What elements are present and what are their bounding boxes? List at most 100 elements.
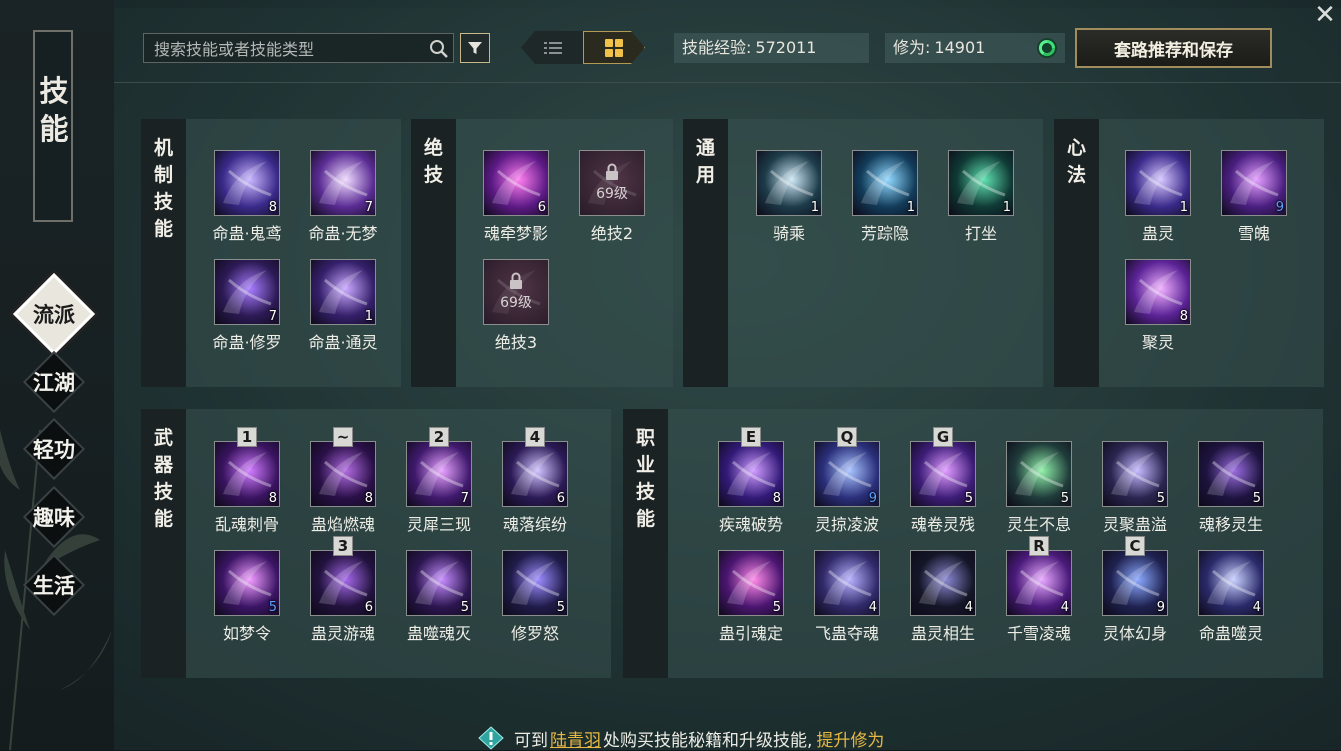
nav-tab-school[interactable]: 流派: [12, 272, 96, 356]
grid-view-button[interactable]: [583, 31, 645, 64]
skill-slot[interactable]: 1 骑乘: [741, 146, 837, 250]
skill-name: 魂移灵生: [1198, 515, 1263, 534]
nav-tab-fun[interactable]: 趣味: [22, 485, 86, 549]
skill-name: 乱魂刺骨: [214, 515, 279, 534]
skill-exp-label: 技能经验:: [682, 38, 752, 57]
list-view-button[interactable]: [521, 31, 585, 64]
skill-icon[interactable]: 5: [1006, 441, 1072, 507]
footer-middle: 处购买技能秘籍和升级技能,: [603, 730, 813, 751]
skill-icon[interactable]: 5: [910, 441, 976, 507]
skill-slot[interactable]: 1 打坐: [933, 146, 1029, 250]
search-input[interactable]: [152, 34, 426, 64]
nav-tab-life[interactable]: 生活: [22, 553, 86, 617]
skill-icon[interactable]: 1: [852, 150, 918, 216]
lock-icon: [606, 163, 618, 180]
skill-slot[interactable]: 5 蛊引魂定: [703, 546, 799, 650]
skill-icon[interactable]: 5: [1102, 441, 1168, 507]
panel-title: 绝技: [423, 137, 443, 186]
skill-name: 蛊灵: [1141, 224, 1174, 243]
upgrade-link[interactable]: 提升修为: [816, 726, 884, 751]
skill-icon[interactable]: 4: [1198, 550, 1264, 616]
skill-icon[interactable]: 5: [502, 550, 568, 616]
skill-slot[interactable]: 8 ~ 蛊焰燃魂: [295, 427, 391, 541]
skill-slot[interactable]: 69级 绝技3: [468, 255, 564, 359]
skill-icon[interactable]: 8: [718, 441, 784, 507]
skill-slot[interactable]: 1 命蛊·通灵: [295, 255, 391, 359]
skill-slot[interactable]: 7 2 灵犀三现: [391, 427, 487, 541]
skill-icon[interactable]: 5: [718, 550, 784, 616]
close-icon[interactable]: ✕: [1312, 2, 1338, 28]
npc-link[interactable]: 陆青羽: [550, 726, 601, 751]
skill-slot[interactable]: 5 蛊噬魂灭: [391, 546, 487, 650]
refresh-icon[interactable]: [1035, 36, 1059, 60]
skill-icon[interactable]: 8: [214, 441, 280, 507]
skill-icon[interactable]: 8: [310, 441, 376, 507]
skill-icon[interactable]: 5: [214, 550, 280, 616]
recommend-save-button[interactable]: 套路推荐和保存: [1075, 28, 1272, 68]
skill-slot[interactable]: 4 蛊灵相生: [895, 546, 991, 650]
skill-slot[interactable]: 5 灵生不息: [991, 437, 1087, 541]
skill-slot[interactable]: 6 3 蛊灵游魂: [295, 536, 391, 650]
skill-slot[interactable]: 8 聚灵: [1110, 255, 1206, 359]
skill-icon[interactable]: 8: [1125, 259, 1191, 325]
skill-slot[interactable]: 5 修罗怒: [487, 546, 583, 650]
filter-button[interactable]: [460, 33, 490, 63]
skill-icon[interactable]: 6: [502, 441, 568, 507]
skill-level: 5: [964, 491, 973, 506]
nav-tab-qinggong[interactable]: 轻功: [22, 417, 86, 481]
skill-icon[interactable]: 6: [310, 550, 376, 616]
skill-slot[interactable]: 9 Q 灵掠凌波: [799, 427, 895, 541]
skill-slot[interactable]: 5 G 魂卷灵残: [895, 427, 991, 541]
skill-slot[interactable]: 4 R 千雪凌魂: [991, 536, 1087, 650]
skill-icon[interactable]: 6: [483, 150, 549, 216]
skill-icon[interactable]: 9: [1102, 550, 1168, 616]
skill-icon[interactable]: 69级: [483, 259, 549, 325]
divider: [114, 82, 1341, 83]
skill-icon[interactable]: 4: [814, 550, 880, 616]
nav-tab-jianghu[interactable]: 江湖: [22, 350, 86, 414]
search-box[interactable]: [143, 33, 454, 64]
skill-level: 9: [868, 491, 877, 506]
skill-level: 7: [268, 309, 277, 324]
skill-icon[interactable]: 1: [756, 150, 822, 216]
skill-slot[interactable]: 9 雪魄: [1206, 146, 1302, 250]
skill-icon[interactable]: 5: [1198, 441, 1264, 507]
skill-slot[interactable]: 5 魂移灵生: [1183, 437, 1279, 541]
skill-icon[interactable]: 9: [814, 441, 880, 507]
skill-slot[interactable]: 4 命蛊噬灵: [1183, 546, 1279, 650]
skill-level: 5: [268, 600, 277, 615]
skill-slot[interactable]: 6 4 魂落缤纷: [487, 427, 583, 541]
panel-title-bar: 武器技能: [141, 409, 186, 678]
nav-label: 江湖: [33, 370, 75, 395]
skill-slot[interactable]: 4 飞蛊夺魂: [799, 546, 895, 650]
skill-icon[interactable]: 7: [214, 259, 280, 325]
skill-slot[interactable]: 5 如梦令: [199, 546, 295, 650]
skill-icon[interactable]: 1: [1125, 150, 1191, 216]
skill-name: 千雪凌魂: [1006, 624, 1071, 643]
skill-slot[interactable]: 6 魂牵梦影: [468, 146, 564, 250]
skill-name: 灵生不息: [1006, 515, 1071, 534]
skill-icon[interactable]: 69级: [579, 150, 645, 216]
skill-icon[interactable]: 4: [1006, 550, 1072, 616]
skill-slot[interactable]: 9 C 灵体幻身: [1087, 536, 1183, 650]
skill-slot[interactable]: 8 E 疾魂破势: [703, 427, 799, 541]
skill-slot[interactable]: 7 命蛊·无梦: [295, 146, 391, 250]
skill-slot[interactable]: 1 芳踪隐: [837, 146, 933, 250]
skill-icon[interactable]: 1: [948, 150, 1014, 216]
skill-slot[interactable]: 8 命蛊·鬼鸢: [199, 146, 295, 250]
skill-icon[interactable]: 8: [214, 150, 280, 216]
skill-name: 雪魄: [1237, 224, 1270, 243]
skill-icon[interactable]: 7: [406, 441, 472, 507]
skill-slot[interactable]: 5 灵聚蛊溢: [1087, 437, 1183, 541]
skill-slot[interactable]: 7 命蛊·修罗: [199, 255, 295, 359]
skill-slot[interactable]: 1 蛊灵: [1110, 146, 1206, 250]
skill-icon[interactable]: 4: [910, 550, 976, 616]
panel-title-bar: 机制技能: [141, 119, 186, 387]
skill-icon[interactable]: 5: [406, 550, 472, 616]
skill-slot[interactable]: 8 1 乱魂刺骨: [199, 427, 295, 541]
skill-icon[interactable]: 1: [310, 259, 376, 325]
search-icon[interactable]: [429, 39, 449, 59]
skill-icon[interactable]: 7: [310, 150, 376, 216]
skill-slot[interactable]: 69级 绝技2: [564, 146, 660, 250]
skill-icon[interactable]: 9: [1221, 150, 1287, 216]
